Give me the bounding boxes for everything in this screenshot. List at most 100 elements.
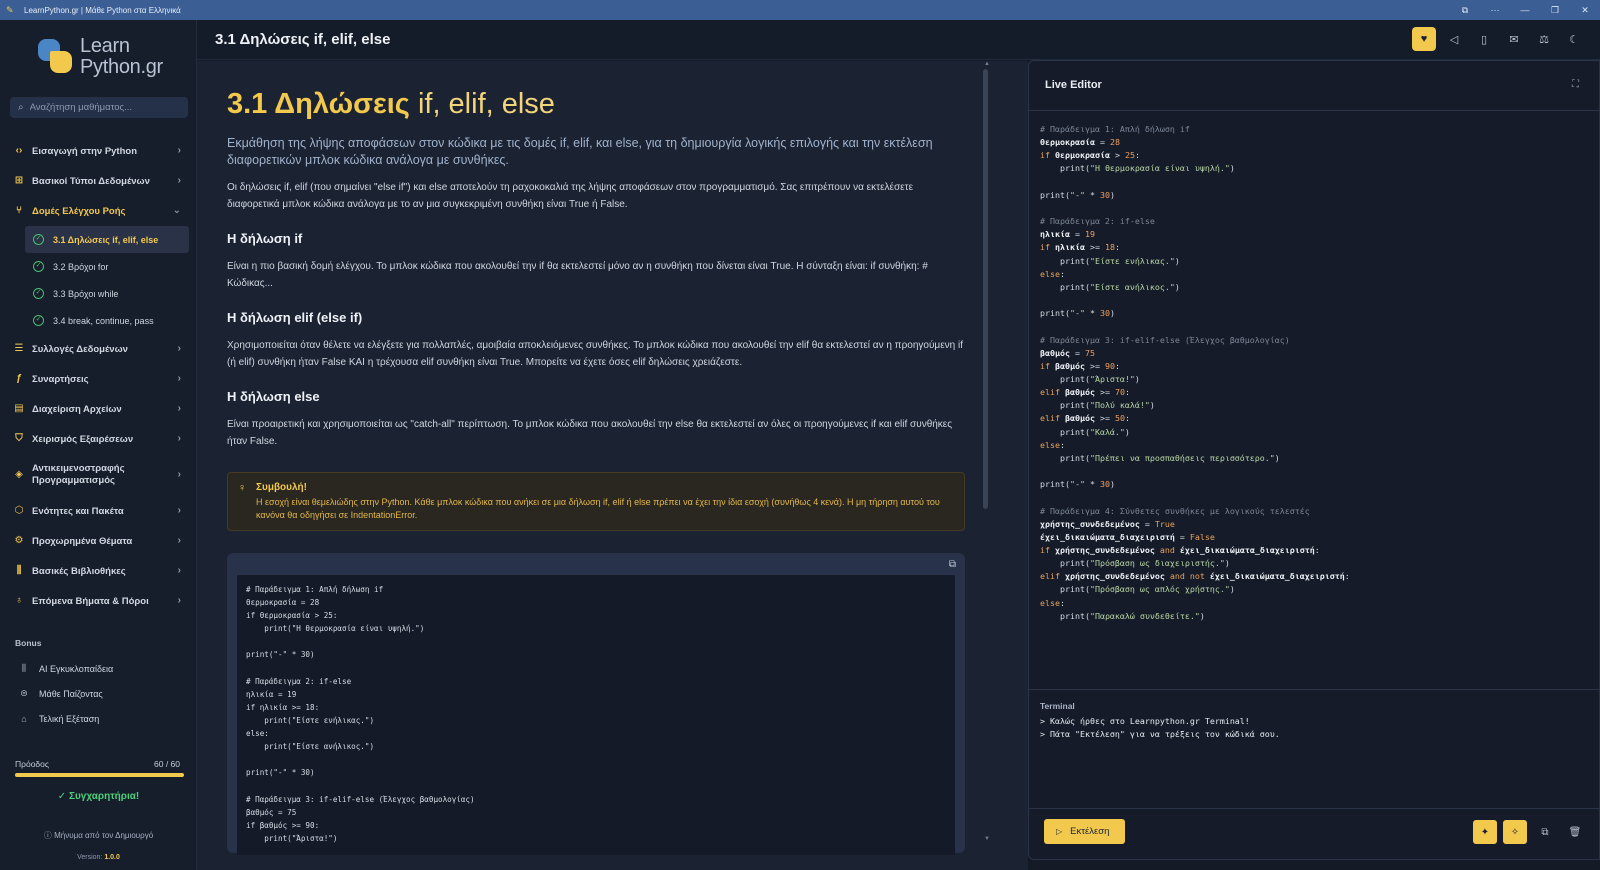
ai-sparkle-icon[interactable]: ✦ xyxy=(1473,820,1497,844)
window-titlebar: ✎ LearnPython.gr | Μάθε Python στα Ελλην… xyxy=(0,0,1600,20)
chevron-right-icon: › xyxy=(177,145,181,156)
terminal-line: > Καλώς ήρθες στο Learnpython.gr Termina… xyxy=(1040,716,1250,726)
window-more-icon[interactable]: ··· xyxy=(1480,5,1510,15)
bonus-item-final-exam[interactable]: ⌂ Τελική Εξέταση xyxy=(0,706,197,731)
terminal-output: > Καλώς ήρθες στο Learnpython.gr Termina… xyxy=(1040,715,1280,741)
content-scrollbar[interactable] xyxy=(983,69,988,509)
bonus-item-ai-encyclopedia[interactable]: ⫼ AI Εγκυκλοπαίδεια xyxy=(0,656,197,681)
sidebar-subitem-while-loops[interactable]: ✓ 3.3 Βρόχοι while xyxy=(25,280,189,307)
lesson-intro: Οι δηλώσεις if, elif (που σημαίνει "else… xyxy=(227,182,914,210)
run-button[interactable]: ▷ Εκτέλεση xyxy=(1044,819,1125,844)
check-circle-icon: ✓ xyxy=(57,791,69,802)
code-example-text[interactable]: # Παράδειγμα 1: Απλή δήλωση if θερμοκρασ… xyxy=(237,575,955,855)
sidebar-item-files[interactable]: ▤ Διαχείριση Αρχείων › xyxy=(0,394,197,424)
article: 3.1 Δηλώσεις if, elif, else Εκμάθηση της… xyxy=(227,85,965,855)
page-title: 3.1 Δηλώσεις if, elif, else xyxy=(215,31,391,48)
section-heading-else: Η δήλωση else xyxy=(227,389,320,404)
window-minimize-button[interactable]: — xyxy=(1510,5,1540,15)
search-box[interactable]: ⌕ xyxy=(10,97,188,118)
announcement-icon[interactable]: ◁ xyxy=(1442,27,1466,51)
heart-icon[interactable]: ♥ xyxy=(1412,27,1436,51)
moon-icon[interactable]: ☾ xyxy=(1562,27,1586,51)
trash-icon[interactable]: 🗑 xyxy=(1563,820,1587,844)
section-text-elif: Χρησιμοποιείται όταν θέλετε να ελέγξετε … xyxy=(227,340,963,368)
bonus-item-learn-by-playing[interactable]: ⊜ Μάθε Παίζοντας xyxy=(0,681,197,706)
copy-icon[interactable]: ⧉ xyxy=(949,559,956,570)
award-icon: ♁ xyxy=(15,595,23,606)
tip-text: Η εσοχή είναι θεμελιώδης στην Python. Κά… xyxy=(256,497,940,520)
progress-bar xyxy=(15,773,184,777)
code-editor[interactable]: # Παράδειγμα 1: Απλή δήλωση if θερμοκρασ… xyxy=(1040,123,1350,623)
editor-header: Live Editor ⛶ xyxy=(1029,61,1599,111)
sidebar-subitem-break-continue-pass[interactable]: ✓ 3.4 break, continue, pass xyxy=(25,307,189,334)
function-icon: ƒ xyxy=(16,373,22,384)
creator-message-link[interactable]: ⓘ Μήνυμα από τον Δημιουργό xyxy=(0,830,197,841)
content-gutter xyxy=(1000,61,1028,870)
sidebar-subitem-if-elif-else[interactable]: ✓ 3.1 Δηλώσεις if, elif, else xyxy=(25,226,189,253)
scale-icon[interactable]: ⚖ xyxy=(1532,27,1556,51)
expand-icon[interactable]: ⛶ xyxy=(1572,79,1579,90)
sidebar-item-collections[interactable]: ☰ Συλλογές Δεδομένων › xyxy=(0,334,197,364)
window-share-icon[interactable]: ⧉ xyxy=(1450,5,1480,16)
gear-icon: ⚙ xyxy=(14,535,24,546)
sidebar-item-functions[interactable]: ƒ Συναρτήσεις › xyxy=(0,364,197,394)
sidebar-item-intro[interactable]: ‹› Εισαγωγή στην Python › xyxy=(0,136,197,166)
sidebar-item-oop[interactable]: ◈ Αντικειμενοστραφής Προγραμματισμός › xyxy=(0,454,197,496)
topbar: 3.1 Δηλώσεις if, elif, else ♥ ◁ ▯ ✉ ⚖ ☾ xyxy=(197,20,1600,60)
sidebar-item-modules[interactable]: ⬡ Ενότητες και Πακέτα › xyxy=(0,496,197,526)
check-circle-icon: ✓ xyxy=(33,315,44,326)
info-icon: ⓘ xyxy=(43,831,55,840)
editor-actions: ✦ ✧ ⧉ 🗑 xyxy=(1473,820,1587,844)
scroll-up-arrow[interactable]: ▲ xyxy=(984,61,990,67)
graduation-cap-icon: ⌂ xyxy=(21,713,27,724)
python-logo-icon xyxy=(36,37,76,77)
chevron-right-icon: › xyxy=(177,343,181,354)
section-heading-elif: Η δήλωση elif (else if) xyxy=(227,310,363,325)
branch-icon: ⑂ xyxy=(16,205,22,216)
tip-box: ♀ Συμβουλή! Η εσοχή είναι θεμελιώδης στη… xyxy=(227,472,965,531)
sidebar-item-libraries[interactable]: ⫼ Βασικές Βιβλιοθήκες › xyxy=(0,556,197,586)
copy-icon[interactable]: ⧉ xyxy=(1533,820,1557,844)
section-text-if: Είναι η πιο βασική δομή ελέγχου. Το μπλο… xyxy=(227,261,928,289)
chevron-right-icon: › xyxy=(177,565,181,576)
sidebar-subitem-for-loops[interactable]: ✓ 3.2 Βρόχοι for xyxy=(25,253,189,280)
package-icon: ⬡ xyxy=(14,505,24,516)
data-types-icon: ⊞ xyxy=(14,175,24,186)
window-restore-button[interactable]: ❐ xyxy=(1540,5,1570,16)
shield-icon: ⛉ xyxy=(15,433,23,444)
check-circle-icon: ✓ xyxy=(33,234,44,245)
check-circle-icon: ✓ xyxy=(33,288,44,299)
search-input[interactable] xyxy=(29,102,180,113)
chevron-right-icon: › xyxy=(177,595,181,606)
chevron-right-icon: › xyxy=(177,505,181,516)
chevron-down-icon: ⌄ xyxy=(172,205,181,216)
editor-footer-divider xyxy=(1029,808,1599,809)
lesson-heading: 3.1 Δηλώσεις if, elif, else xyxy=(227,88,555,120)
chevron-right-icon: › xyxy=(177,373,181,384)
chevron-right-icon: › xyxy=(177,535,181,546)
file-icon: ▤ xyxy=(14,403,24,414)
terminal-line: > Πάτα "Εκτέλεση" για να τρέξεις τον κώδ… xyxy=(1040,729,1280,739)
mail-icon[interactable]: ✉ xyxy=(1502,27,1526,51)
app-icon: ✎ xyxy=(6,5,14,15)
version-info: Version: 1.0.0 xyxy=(77,854,120,861)
sidebar-item-control-flow[interactable]: ⑂ Δομές Ελέγχου Ροής ⌄ xyxy=(0,196,197,226)
code-icon: ‹› xyxy=(15,145,23,156)
chevron-right-icon: › xyxy=(177,469,181,480)
logo[interactable]: Learn Python.gr xyxy=(36,34,166,80)
logo-text: Learn Python.gr xyxy=(80,35,163,78)
library-icon: ⫼ xyxy=(21,663,27,673)
magic-wand-icon[interactable]: ✧ xyxy=(1503,820,1527,844)
notes-icon[interactable]: ▯ xyxy=(1472,27,1496,51)
congrats-message: ✓ Συγχαρητήρια! xyxy=(57,791,140,802)
check-circle-icon: ✓ xyxy=(33,261,44,272)
sidebar-item-data-types[interactable]: ⊞ Βασικοί Τύποι Δεδομένων › xyxy=(0,166,197,196)
tip-title: Συμβουλή! xyxy=(256,482,307,493)
progress-fill xyxy=(15,773,184,777)
window-close-button[interactable]: ✕ xyxy=(1570,5,1600,16)
sidebar-item-advanced[interactable]: ⚙ Προχωρημένα Θέματα › xyxy=(0,526,197,556)
scroll-down-arrow[interactable]: ▼ xyxy=(984,836,990,842)
sidebar-item-next-steps[interactable]: ♁ Επόμενα Βήματα & Πόροι › xyxy=(0,586,197,616)
lesson-content: ▲ ▼ 3.1 Δηλώσεις if, elif, else Εκμάθηση… xyxy=(197,61,1000,870)
sidebar-item-exceptions[interactable]: ⛉ Χειρισμός Εξαιρέσεων › xyxy=(0,424,197,454)
